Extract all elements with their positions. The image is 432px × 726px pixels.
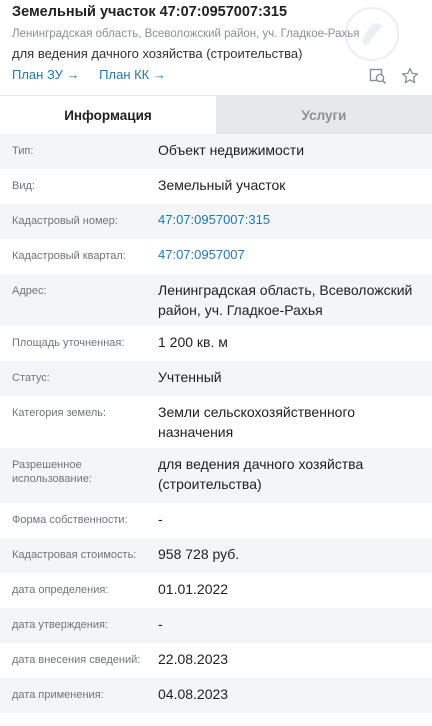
info-table: Тип: Объект недвижимости Вид: Земельный уча…: [0, 134, 432, 713]
info-row-value: Ленинградская область, Всеволожский райо…: [158, 282, 413, 318]
plan-links: План ЗУ → План КК →: [12, 67, 182, 82]
header-actions: [368, 66, 420, 86]
info-row-label: дата внесения сведений:: [12, 654, 141, 666]
info-row-value: Земельный участок: [158, 177, 286, 193]
info-row: Вид: Земельный участок: [0, 169, 432, 204]
info-row-label: Форма собственности:: [12, 514, 128, 526]
info-row-value: для ведения дачного хозяйства (строитель…: [158, 456, 364, 492]
info-row-label: дата утверждения:: [12, 619, 109, 631]
info-row-value: 1 200 кв. м: [158, 334, 228, 350]
info-row: Категория земель: Земли сельскохозяйствен…: [0, 396, 432, 448]
object-header: Земельный участок 47:07:0957007:315 Лени…: [0, 0, 432, 96]
info-row-label: Кадастровая стоимость:: [12, 549, 137, 561]
info-row: Разрешенное использование: для ведения да…: [0, 448, 432, 503]
info-row: Адрес: Ленинградская область, Всеволожски…: [0, 274, 432, 326]
search-map-icon[interactable]: [368, 66, 388, 86]
info-row-label: Площадь уточненная:: [12, 337, 125, 349]
info-row-label: Кадастровый квартал:: [12, 250, 126, 262]
info-row: Форма собственности: -: [0, 503, 432, 538]
tab-services[interactable]: Услуги: [216, 96, 432, 134]
info-row-label: дата определения:: [12, 584, 109, 596]
plan-kk-link[interactable]: План КК →: [99, 67, 166, 82]
info-row: дата утверждения: -: [0, 608, 432, 643]
tab-information[interactable]: Информация: [0, 96, 216, 134]
info-row-value: Учтенный: [158, 369, 222, 385]
info-row-value: Объект недвижимости: [158, 142, 305, 158]
info-row: Статус: Учтенный: [0, 361, 432, 396]
info-row-value: -: [158, 511, 163, 527]
info-row-label: Категория земель:: [12, 407, 107, 419]
info-row-value: Земли сельскохозяйственного назначения: [158, 404, 356, 440]
star-icon[interactable]: [400, 66, 420, 86]
info-row-value-link[interactable]: 47:07:0957007:315: [158, 204, 420, 239]
info-row: Кадастровый квартал: 47:07:0957007: [0, 239, 432, 274]
info-row-value: 01.01.2022: [158, 581, 229, 597]
info-row-label: Адрес:: [12, 285, 47, 297]
info-row: Площадь уточненная: 1 200 кв. м: [0, 326, 432, 361]
info-row-value: 958 728 руб.: [158, 546, 240, 562]
info-row-value-link[interactable]: 47:07:0957007: [158, 239, 420, 274]
info-row-value: -: [158, 616, 163, 632]
plan-zu-link[interactable]: План ЗУ →: [12, 67, 80, 82]
info-row-label: Статус:: [12, 372, 50, 384]
info-row-value: 04.08.2023: [158, 686, 229, 702]
info-row: дата определения: 01.01.2022: [0, 573, 432, 608]
info-row-value: 22.08.2023: [158, 651, 229, 667]
info-row-label: дата применения:: [12, 689, 104, 701]
info-row-label: Вид:: [12, 180, 35, 192]
info-row: Кадастровая стоимость: 958 728 руб.: [0, 538, 432, 573]
info-row: Кадастровый номер: 47:07:0957007:315: [0, 204, 432, 239]
tab-bar: Информация Услуги: [0, 96, 432, 134]
watermark-logo-icon: [345, 7, 399, 61]
info-row-label: Кадастровый номер:: [12, 215, 118, 227]
info-row-label: Тип:: [12, 145, 34, 157]
info-row: Тип: Объект недвижимости: [0, 134, 432, 169]
info-row: дата применения: 04.08.2023: [0, 678, 432, 713]
info-row-label: Разрешенное использование:: [12, 459, 92, 485]
info-row: дата внесения сведений: 22.08.2023: [0, 643, 432, 678]
